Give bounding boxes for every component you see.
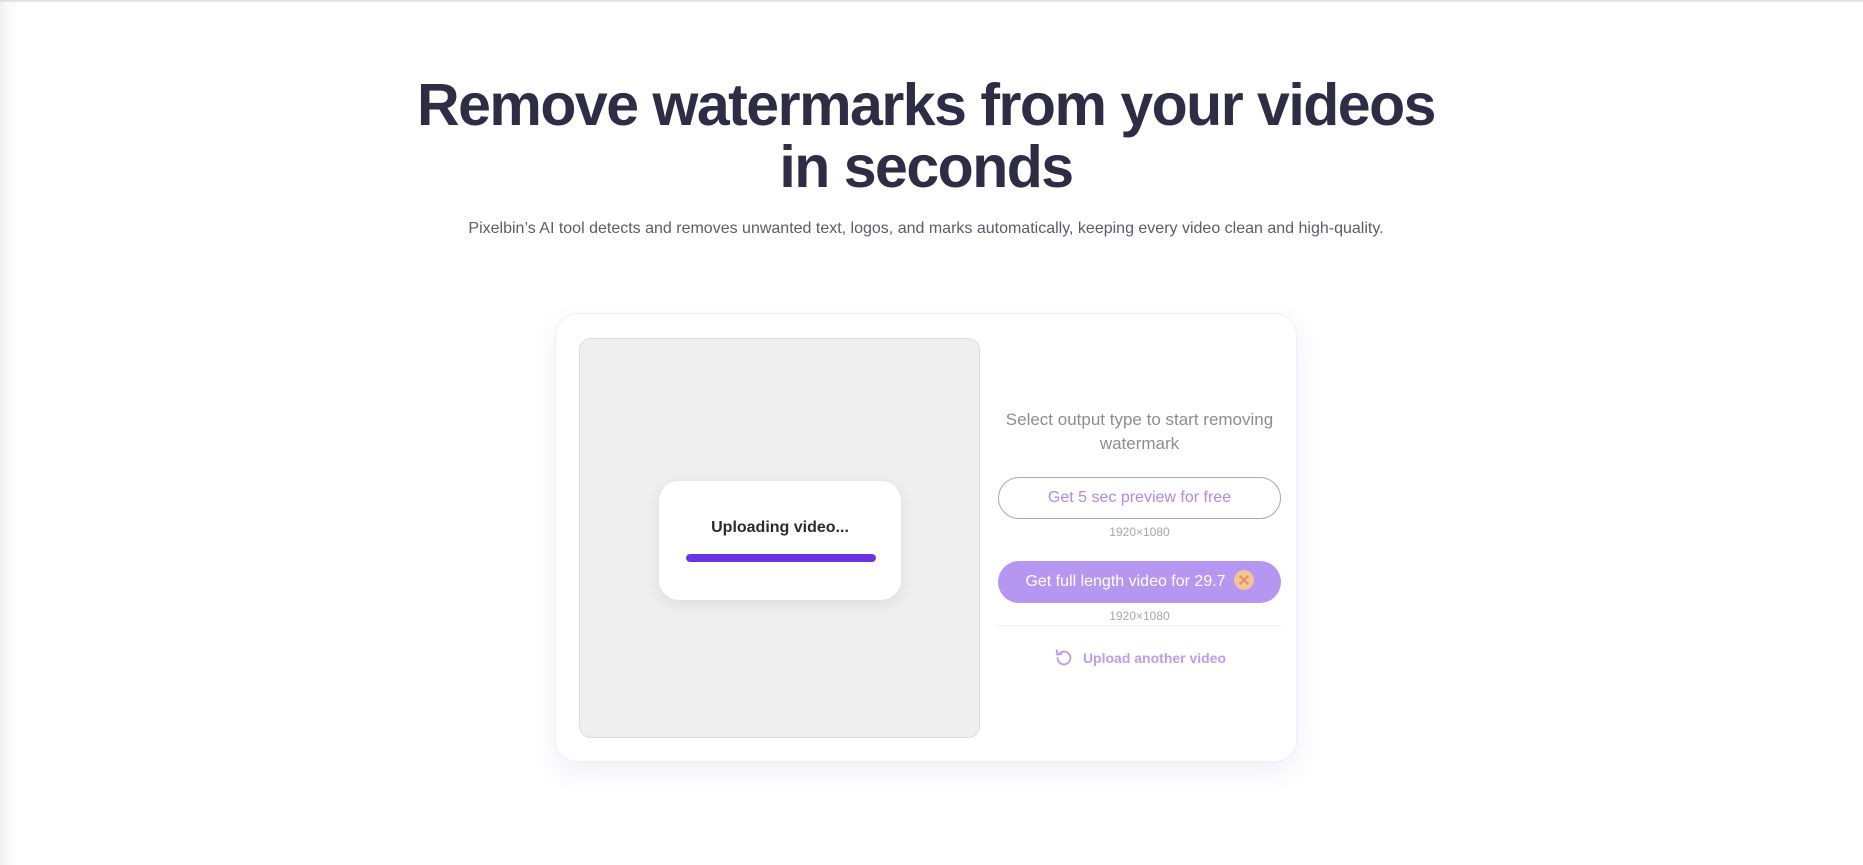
upload-another-button[interactable]: Upload another video (998, 646, 1281, 670)
get-full-video-button[interactable]: Get full length video for 29.7 (998, 561, 1281, 603)
page-title-line2: in seconds (779, 134, 1074, 200)
upload-progress-fill (686, 554, 876, 562)
page-title: Remove watermarks from your videos in se… (381, 74, 1471, 198)
full-resolution: 1920×1080 (1109, 609, 1170, 623)
watermark-remover-card: Uploading video... Select output type to… (555, 313, 1297, 762)
upload-another-label: Upload another video (1082, 650, 1227, 666)
upload-progress-bar (686, 554, 876, 562)
output-options-panel: Select output type to start removing wat… (998, 314, 1281, 763)
credit-coin-icon (1233, 570, 1254, 591)
divider (998, 625, 1281, 626)
output-options-title: Select output type to start removing wat… (1005, 410, 1274, 453)
page-subtitle: Pixelbin’s AI tool detects and removes u… (468, 220, 1384, 237)
get-preview-button[interactable]: Get 5 sec preview for free (998, 477, 1281, 519)
top-shadow (0, 0, 1863, 3)
upload-status-popup: Uploading video... (659, 481, 901, 600)
refresh-icon (1055, 649, 1072, 666)
page: Remove watermarks from your videos in se… (0, 0, 1863, 865)
video-preview-area: Uploading video... (579, 338, 980, 738)
get-full-video-label: Get full length video for 29.7 (1025, 573, 1226, 590)
preview-resolution: 1920×1080 (1109, 525, 1170, 539)
page-title-line1: Remove watermarks from your videos (417, 72, 1436, 138)
upload-status-text: Uploading video... (711, 519, 849, 536)
